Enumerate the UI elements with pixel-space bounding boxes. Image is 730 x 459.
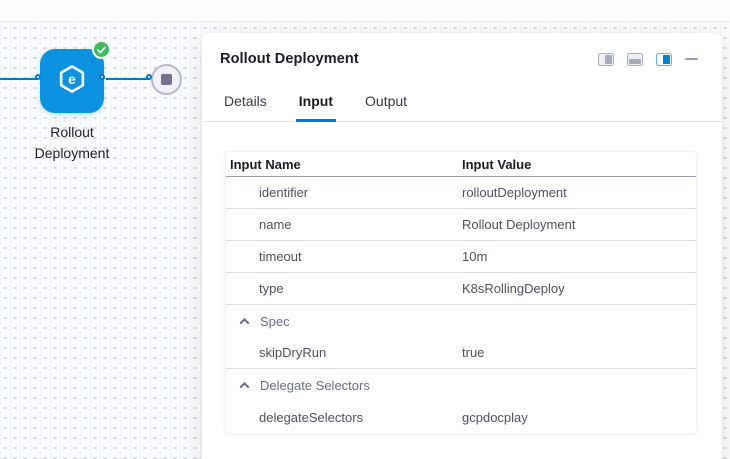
input-name-cell: skipDryRun	[226, 345, 462, 360]
k8s-rolling-deploy-icon: e	[56, 63, 88, 100]
table-row: delegateSelectorsgcpdocplay	[226, 401, 696, 433]
connector-line-out	[106, 78, 150, 80]
panel-toolbar	[598, 53, 698, 66]
stop-square-icon	[161, 74, 172, 85]
pipeline-step-node[interactable]: e	[40, 49, 104, 113]
group-row[interactable]: Delegate Selectors	[226, 369, 696, 401]
input-table-header: Input Name Input Value	[226, 152, 696, 177]
input-name-cell: name	[226, 217, 462, 232]
minimize-icon[interactable]	[685, 58, 698, 60]
input-value-cell: true	[462, 345, 696, 360]
stage-end-node[interactable]	[151, 64, 182, 95]
table-row: nameRollout Deployment	[226, 209, 696, 241]
table-row: skipDryRuntrue	[226, 337, 696, 369]
success-check-icon	[92, 40, 111, 59]
table-row: identifierrolloutDeployment	[226, 177, 696, 209]
top-strip	[0, 0, 730, 22]
table-row: timeout10m	[226, 241, 696, 273]
bottom-view-icon[interactable]	[627, 53, 643, 66]
panel-header: Rollout Deployment	[202, 33, 722, 67]
tab-output[interactable]: Output	[362, 93, 410, 122]
step-details-panel: Rollout Deployment Details Input Output …	[202, 33, 722, 459]
split-right-view-icon[interactable]	[598, 53, 614, 66]
input-value-cell: Rollout Deployment	[462, 217, 696, 232]
group-label: Delegate Selectors	[260, 378, 370, 393]
input-value-cell: gcpdocplay	[462, 410, 696, 425]
node-label-line1: Rollout	[0, 122, 152, 143]
input-table: Input Name Input Value identifierrollout…	[225, 151, 697, 434]
tab-details[interactable]: Details	[221, 93, 270, 122]
table-row: typeK8sRollingDeploy	[226, 273, 696, 305]
input-value-cell: 10m	[462, 249, 696, 264]
connector-line-in	[0, 78, 38, 80]
tab-input[interactable]: Input	[296, 93, 336, 122]
node-label: Rollout Deployment	[0, 122, 152, 164]
input-name-cell: delegateSelectors	[226, 410, 462, 425]
end-node-port	[146, 74, 152, 80]
panel-title: Rollout Deployment	[220, 51, 359, 67]
chevron-up-icon[interactable]	[240, 317, 250, 327]
group-row[interactable]: Spec	[226, 305, 696, 337]
chevron-up-icon[interactable]	[240, 381, 250, 391]
input-name-cell: type	[226, 281, 462, 296]
node-label-line2: Deployment	[0, 143, 152, 164]
input-name-cell: timeout	[226, 249, 462, 264]
svg-text:e: e	[68, 70, 76, 86]
tab-bar: Details Input Output	[202, 93, 722, 122]
input-name-cell: identifier	[226, 185, 462, 200]
node-port-left	[35, 74, 41, 80]
right-view-icon[interactable]	[656, 53, 672, 66]
input-value-cell: K8sRollingDeploy	[462, 281, 696, 296]
group-label: Spec	[260, 314, 290, 329]
column-header-input-value: Input Value	[462, 157, 696, 172]
column-header-input-name: Input Name	[226, 157, 462, 172]
input-value-cell: rolloutDeployment	[462, 185, 696, 200]
input-table-body: identifierrolloutDeploymentnameRollout D…	[226, 177, 696, 433]
node-port-right	[99, 74, 105, 80]
